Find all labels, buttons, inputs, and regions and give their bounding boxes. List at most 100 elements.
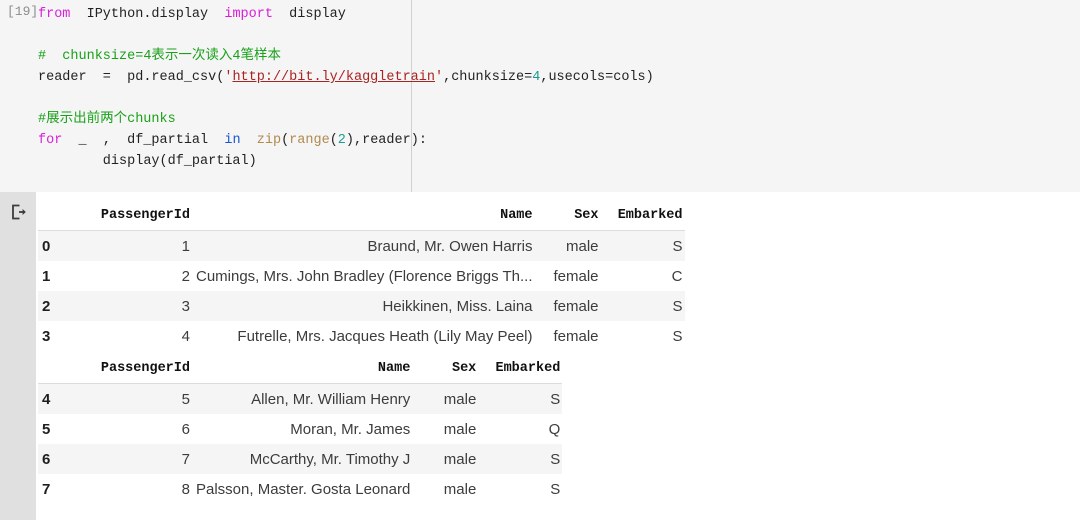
cell-sex: female — [541, 321, 603, 351]
table-row: 12Cumings, Mrs. John Bradley (Florence B… — [38, 261, 685, 291]
column-header-index — [38, 353, 80, 384]
row-index-cell: 4 — [38, 384, 80, 415]
cell-passengerid: 4 — [80, 321, 196, 351]
row-index-cell: 7 — [38, 474, 80, 504]
row-index-cell: 6 — [38, 444, 80, 474]
cell-sex: male — [418, 384, 480, 415]
code-token: for — [38, 133, 62, 148]
column-header-sex: Sex — [418, 353, 480, 384]
cell-embarked: S — [603, 231, 685, 262]
cell-name: McCarthy, Mr. Timothy J — [196, 444, 418, 474]
code-token: # chunksize=4表示一次读入4笔样本 — [38, 49, 281, 64]
table-row: 34Futrelle, Mrs. Jacques Heath (Lily May… — [38, 321, 685, 351]
table-row: 01Braund, Mr. Owen HarrismaleS — [38, 231, 685, 262]
notebook-cell-container: [19] from IPython.display import display… — [0, 0, 1080, 520]
table-row: 45Allen, Mr. William HenrymaleS — [38, 384, 562, 415]
output-arrow-icon — [10, 203, 28, 221]
code-token: ,chunksize= — [443, 70, 532, 85]
cell-passengerid: 2 — [80, 261, 196, 291]
code-line-4 — [38, 88, 654, 109]
row-index-cell: 0 — [38, 231, 80, 262]
code-token: zip — [257, 133, 281, 148]
cell-passengerid: 1 — [80, 231, 196, 262]
code-token: import — [224, 7, 273, 22]
code-token: from — [38, 7, 70, 22]
table-row: 23Heikkinen, Miss. LainafemaleS — [38, 291, 685, 321]
column-header-sex: Sex — [541, 200, 603, 231]
row-index-cell: 3 — [38, 321, 80, 351]
code-token: _ , df_partial — [62, 133, 224, 148]
code-token: ,usecols=cols) — [540, 70, 653, 85]
code-token: in — [224, 133, 240, 148]
code-token: IPython.display — [70, 7, 224, 22]
cell-passengerid: 7 — [80, 444, 196, 474]
cell-sex: male — [418, 474, 480, 504]
cell-sex: female — [541, 291, 603, 321]
code-line-3: reader = pd.read_csv( 'http://bit.ly/kagg… — [38, 67, 654, 88]
cell-sex: male — [418, 414, 480, 444]
cell-passengerid: 5 — [80, 384, 196, 415]
code-line-7: display(df_partial) — [38, 151, 654, 172]
cell-embarked: S — [480, 384, 562, 415]
column-header-name: Name — [196, 200, 541, 231]
cell-passengerid: 6 — [80, 414, 196, 444]
code-token: ' — [435, 70, 443, 85]
code-token: #展示出前两个chunks — [38, 112, 176, 127]
code-token: 2 — [338, 133, 346, 148]
column-header-passengerid: PassengerId — [80, 200, 196, 231]
column-header-index — [38, 200, 80, 231]
code-token: reader = pd.read_csv( — [38, 70, 224, 85]
cell-name: Heikkinen, Miss. Laina — [196, 291, 541, 321]
column-header-name: Name — [196, 353, 418, 384]
row-index-cell: 5 — [38, 414, 80, 444]
output-gutter — [0, 192, 36, 520]
column-header-embarked: Embarked — [603, 200, 685, 231]
column-header-passengerid: PassengerId — [80, 353, 196, 384]
cell-name: Palsson, Master. Gosta Leonard — [196, 474, 418, 504]
cell-output-area: PassengerIdNameSexEmbarked01Braund, Mr. … — [0, 192, 1080, 520]
cell-sex: male — [418, 444, 480, 474]
code-token: ( — [330, 133, 338, 148]
code-cell[interactable]: [19] from IPython.display import display… — [0, 0, 1080, 192]
table-row: 78Palsson, Master. Gosta LeonardmaleS — [38, 474, 562, 504]
code-editor[interactable]: from IPython.display import display # ch… — [38, 4, 654, 172]
table-header-row: PassengerIdNameSexEmbarked — [38, 200, 685, 231]
code-line-0: from IPython.display import display — [38, 4, 654, 25]
cell-name: Allen, Mr. William Henry — [196, 384, 418, 415]
row-index-cell: 1 — [38, 261, 80, 291]
code-token: range — [289, 133, 330, 148]
code-line-5: #展示出前两个chunks — [38, 109, 654, 130]
code-token — [241, 133, 257, 148]
cell-sex: female — [541, 261, 603, 291]
code-line-1 — [38, 25, 654, 46]
cell-name: Braund, Mr. Owen Harris — [196, 231, 541, 262]
cell-passengerid: 3 — [80, 291, 196, 321]
column-header-embarked: Embarked — [480, 353, 562, 384]
code-line-6: for _ , df_partial in zip(range(2),reade… — [38, 130, 654, 151]
dataframe-table-2: PassengerIdNameSexEmbarked45Allen, Mr. W… — [38, 353, 562, 504]
cell-name: Futrelle, Mrs. Jacques Heath (Lily May P… — [196, 321, 541, 351]
row-index-cell: 2 — [38, 291, 80, 321]
cell-name: Moran, Mr. James — [196, 414, 418, 444]
execution-count-prompt: [19] — [7, 4, 38, 19]
code-line-2: # chunksize=4表示一次读入4笔样本 — [38, 46, 654, 67]
dataframe-table-1: PassengerIdNameSexEmbarked01Braund, Mr. … — [38, 200, 685, 351]
output-content: PassengerIdNameSexEmbarked01Braund, Mr. … — [36, 192, 1080, 520]
cell-embarked: C — [603, 261, 685, 291]
cell-embarked: S — [480, 444, 562, 474]
cell-embarked: S — [603, 291, 685, 321]
table-row: 56Moran, Mr. JamesmaleQ — [38, 414, 562, 444]
table-header-row: PassengerIdNameSexEmbarked — [38, 353, 562, 384]
code-token: display(df_partial) — [38, 154, 257, 169]
code-token: http://bit.ly/kaggletrain — [232, 70, 435, 85]
code-token: display — [273, 7, 346, 22]
cell-name: Cumings, Mrs. John Bradley (Florence Bri… — [196, 261, 541, 291]
cell-passengerid: 8 — [80, 474, 196, 504]
cell-embarked: Q — [480, 414, 562, 444]
cell-embarked: S — [480, 474, 562, 504]
code-token: ( — [281, 133, 289, 148]
cell-embarked: S — [603, 321, 685, 351]
table-row: 67McCarthy, Mr. Timothy JmaleS — [38, 444, 562, 474]
code-token: ),reader): — [346, 133, 427, 148]
cell-sex: male — [541, 231, 603, 262]
